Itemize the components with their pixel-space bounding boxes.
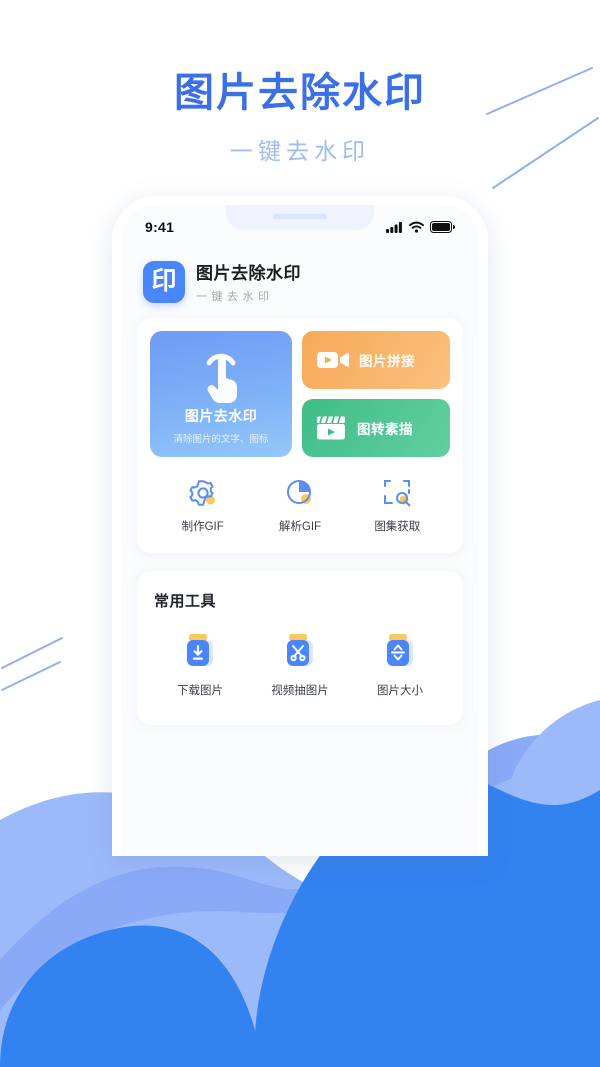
scissors-jar-icon [287, 634, 313, 666]
app-header: 印 图片去除水印 一键去水印 [121, 249, 479, 318]
section-title-common-tools: 常用工具 [154, 593, 217, 610]
feature-card-image-stitch[interactable]: 图片拼接 [302, 331, 450, 389]
gear-icon [189, 480, 215, 506]
util-item-label: 下载图片 [177, 685, 223, 697]
app-header-text: 图片去除水印 一键去水印 [196, 259, 301, 304]
download-jar-icon [187, 634, 213, 666]
cellular-signal-icon [386, 222, 402, 233]
tap-hand-icon [206, 353, 238, 403]
clapperboard-icon [317, 416, 345, 440]
phone-mockup: 9:41 印 图片去除水印 一键去水印 图片去水印 清除图片的文字、图标 图片拼… [112, 196, 488, 856]
tool-item-parse-gif[interactable]: 解析GIF [251, 477, 348, 534]
pie-chart-icon [286, 480, 311, 504]
util-item-label: 图片大小 [377, 685, 423, 697]
hero-heading-block: 图片去除水印 一键去水印 [0, 68, 600, 166]
wifi-icon [409, 221, 424, 233]
resize-jar-icon [387, 634, 413, 666]
tool-row: 制作GIF 解析GIF 图集获取 [150, 473, 450, 540]
app-tagline: 一键去水印 [196, 291, 274, 303]
util-item-download-image[interactable]: 下载图片 [150, 631, 250, 698]
features-panel: 图片去水印 清除图片的文字、图标 图片拼接 图转素描 制作GIF 解析GIF 图… [137, 318, 463, 553]
phone-notch [226, 205, 374, 230]
tool-item-make-gif[interactable]: 制作GIF [154, 477, 251, 534]
page-title: 图片去除水印 [174, 71, 426, 115]
feature-card-sketch[interactable]: 图转素描 [302, 399, 450, 457]
tool-item-label: 解析GIF [278, 521, 322, 533]
feature-side-column: 图片拼接 图转素描 [302, 331, 450, 457]
util-item-label: 视频抽图片 [271, 685, 329, 697]
status-bar: 9:41 [121, 205, 479, 249]
tool-item-label: 图集获取 [374, 521, 421, 533]
status-icons [386, 221, 455, 233]
feature-card-label: 图片拼接 [359, 354, 415, 369]
feature-card-label: 图转素描 [357, 422, 413, 437]
page-subtitle: 一键去水印 [230, 138, 370, 164]
status-time: 9:41 [145, 219, 175, 235]
video-camera-icon [317, 352, 349, 368]
feature-card-subtitle: 清除图片的文字、图标 [173, 434, 269, 445]
feature-grid: 图片去水印 清除图片的文字、图标 图片拼接 图转素描 [150, 331, 450, 457]
app-name: 图片去除水印 [196, 264, 301, 283]
crop-search-icon [384, 480, 411, 507]
feature-card-remove-watermark[interactable]: 图片去水印 清除图片的文字、图标 [150, 331, 292, 457]
util-item-video-extract[interactable]: 视频抽图片 [250, 631, 350, 698]
util-item-image-size[interactable]: 图片大小 [350, 631, 450, 698]
battery-full-icon [430, 221, 455, 233]
common-tools-row: 下载图片 视频抽图片 图片大小 [150, 631, 450, 712]
common-tools-panel: 常用工具 下载图片 视频抽图片 图片大小 [137, 571, 463, 725]
notch-speaker-bar [273, 214, 327, 219]
phone-screen: 9:41 印 图片去除水印 一键去水印 图片去水印 清除图片的文字、图标 图片拼… [121, 205, 479, 856]
tool-item-label: 制作GIF [181, 521, 224, 533]
feature-card-title: 图片去水印 [184, 408, 258, 424]
app-logo-icon: 印 [143, 260, 185, 303]
tool-item-album-fetch[interactable]: 图集获取 [349, 477, 446, 534]
